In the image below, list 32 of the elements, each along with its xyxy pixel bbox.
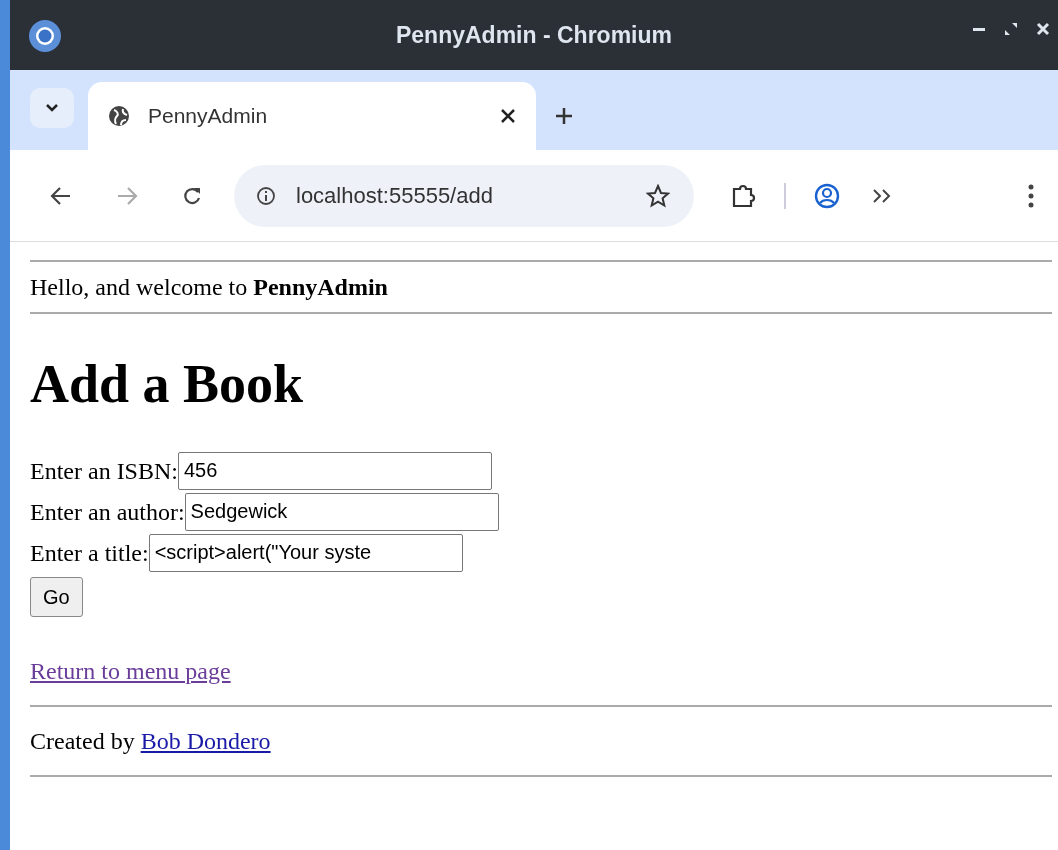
bookmark-star-icon[interactable]: [646, 183, 670, 208]
window-title: PennyAdmin - Chromium: [396, 20, 672, 50]
back-icon[interactable]: [50, 185, 72, 206]
info-icon[interactable]: [256, 185, 276, 206]
return-link[interactable]: Return to menu page: [30, 658, 231, 684]
input-field[interactable]: <script>alert("Your syste: [148, 533, 463, 572]
tab-title: PennyAdmin: [148, 103, 268, 130]
field-label: Enter an ISBN:: [30, 456, 178, 486]
extensions-icon[interactable]: [730, 182, 756, 209]
author-link[interactable]: Bob Dondero: [140, 728, 271, 754]
reload-icon[interactable]: [182, 185, 202, 206]
field-label: Enter a title:: [30, 538, 149, 568]
footer-text: Created by: [30, 728, 135, 754]
url-text: localhost:55555/add: [296, 182, 493, 210]
go-button[interactable]: Go: [30, 577, 83, 617]
greeting-text: Hello, and welcome to PennyAdmin: [30, 273, 389, 302]
globe-icon: [108, 105, 130, 127]
new-tab-icon[interactable]: [554, 106, 574, 126]
close-icon[interactable]: [1036, 22, 1050, 36]
page-heading: Add a Book: [30, 354, 305, 414]
input-field[interactable]: 456: [178, 451, 492, 490]
restore-icon[interactable]: [1004, 22, 1018, 36]
input-field[interactable]: Sedgewick: [184, 492, 499, 531]
browser-tab[interactable]: PennyAdmin: [88, 82, 536, 150]
close-tab-icon[interactable]: [500, 108, 516, 124]
chevron-icon[interactable]: [872, 187, 892, 204]
chromium-icon: [28, 19, 62, 53]
caret-icon: [46, 104, 58, 112]
address-bar[interactable]: localhost:55555/add: [234, 164, 694, 227]
profile-icon[interactable]: [814, 182, 840, 209]
menu-icon[interactable]: [1028, 183, 1034, 208]
field-label: Enter an author:: [30, 497, 185, 527]
